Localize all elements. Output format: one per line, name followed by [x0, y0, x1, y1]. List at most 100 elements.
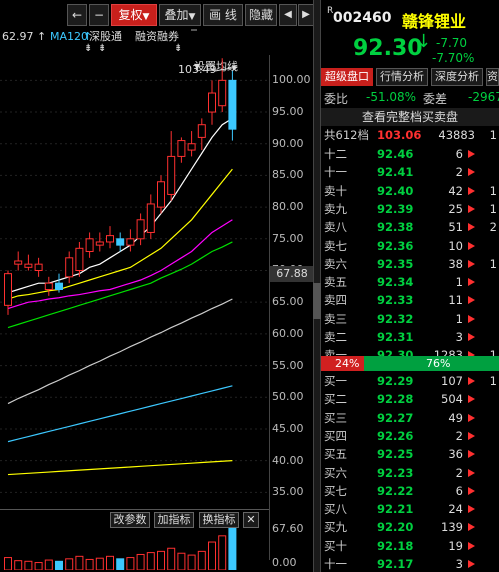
orderbook-row[interactable]: 买三 92.27 49 [321, 409, 499, 427]
orderbook-row[interactable]: 卖十 92.40 42 1 [321, 182, 499, 200]
orderbook-row[interactable]: 卖八 92.38 51 2 [321, 218, 499, 236]
row-label: 卖八 [324, 220, 347, 235]
row-label: 买二 [324, 392, 347, 407]
volume-chart [4, 528, 237, 570]
row-label: 卖六 [324, 256, 347, 271]
row-price: 92.26 [377, 428, 414, 443]
row-price: 92.32 [377, 311, 414, 326]
row-price: 92.23 [377, 465, 414, 480]
triangle-icon [468, 168, 475, 177]
tab-depth-analysis[interactable]: 深度分析 [431, 68, 483, 86]
ma-settings-button[interactable]: 设置均线 ▼ [191, 29, 238, 73]
zoom-out-button[interactable]: − [89, 4, 109, 26]
row-volume: 6 [455, 483, 463, 498]
price-axis-label: 55.00 [272, 358, 304, 372]
edit-params-button[interactable]: 改参数 [110, 512, 150, 528]
row-price: 92.27 [377, 410, 414, 425]
volume-bar [116, 558, 125, 570]
orderbook-row[interactable]: 卖九 92.39 25 1 [321, 200, 499, 218]
price-change: -7.70 [436, 36, 468, 50]
orderbook-row[interactable]: 买七 92.22 6 [321, 482, 499, 500]
price-axis-label: 95.00 [272, 105, 304, 119]
row-extra: 1 [489, 256, 497, 271]
orderbook-row[interactable]: 买九 92.20 139 [321, 518, 499, 536]
row-volume: 139 [441, 520, 463, 535]
ma-line-4 [7, 298, 233, 405]
orderbook-row[interactable]: 卖六 92.35 38 1 [321, 255, 499, 273]
next-page-icon[interactable]: ▶ [298, 4, 314, 26]
price-axis-label: 45.00 [272, 421, 304, 435]
switch-indicator-button[interactable]: 换指标 [199, 512, 239, 528]
orderbook-row[interactable]: 买一 92.29 107 1 [321, 372, 499, 390]
orderbook-row[interactable]: 卖四 92.33 11 [321, 291, 499, 309]
candle-body [187, 143, 196, 151]
price-axis-label: 40.00 [272, 453, 304, 467]
row-price: 92.18 [377, 538, 414, 553]
row-volume: 25 [448, 201, 463, 216]
close-icon[interactable]: ✕ [243, 512, 259, 528]
high-pointer-icon [214, 64, 239, 74]
view-full-orderbook-link[interactable]: 查看完整档买卖盘 [321, 108, 499, 126]
overlay-button[interactable]: 叠加▼ [159, 4, 201, 26]
orderbook-row[interactable]: 十二 92.46 6 [321, 145, 499, 163]
draw-line-button[interactable]: 画 线 [203, 4, 243, 26]
triangle-icon [468, 468, 475, 477]
orderbook-row[interactable]: 买四 92.26 2 [321, 427, 499, 445]
buy-ratio: 76% [426, 357, 451, 370]
volume-bar [157, 550, 165, 570]
stock-code: 002460 [333, 10, 392, 26]
tab-super-orderbook[interactable]: 超级盘口 [321, 68, 373, 86]
row-price: 92.40 [377, 183, 414, 198]
orderbook-row[interactable]: 十一 92.41 2 [321, 163, 499, 181]
row-volume: 3 [455, 330, 463, 344]
row-price: 92.46 [377, 147, 414, 161]
price-axis-label: 50.00 [272, 390, 304, 404]
orderbook-row[interactable]: 卖五 92.34 1 [321, 273, 499, 291]
triangle-icon [468, 395, 475, 404]
orderbook-row[interactable]: 买二 92.28 504 [321, 390, 499, 408]
add-indicator-button[interactable]: 加指标 [154, 512, 194, 528]
row-volume: 2 [455, 165, 463, 180]
tab-market-analysis[interactable]: 行情分析 [376, 68, 428, 86]
row-price: 92.20 [377, 520, 414, 535]
row-label: 卖九 [324, 201, 347, 216]
row-label: 卖四 [324, 293, 347, 308]
triangle-icon [468, 259, 475, 268]
total-price: 103.06 [377, 128, 422, 142]
margin-trading-button[interactable]: 融资融券 [135, 30, 179, 44]
orderbook-row[interactable]: 卖二 92.31 3 [321, 328, 499, 346]
ma-line-5 [7, 385, 233, 443]
triangle-icon [468, 523, 475, 532]
prev-button[interactable]: ← [67, 4, 87, 26]
triangle-icon [468, 541, 475, 550]
candle-body [167, 155, 176, 195]
axis-divider [269, 55, 270, 560]
volume-bar [106, 555, 114, 570]
orderbook-row[interactable]: 买十 92.18 19 [321, 537, 499, 555]
fuquan-button[interactable]: 复权▼ [111, 4, 157, 26]
row-price: 92.22 [377, 483, 414, 498]
splitter-handle[interactable] [313, 283, 321, 319]
orderbook-row[interactable]: 买八 92.21 24 [321, 500, 499, 518]
row-volume: 3 [455, 557, 463, 571]
candlestick-chart[interactable] [0, 55, 270, 505]
orderbook-row[interactable]: 十一 92.17 3 [321, 555, 499, 572]
hide-button[interactable]: 隐藏 [245, 4, 277, 26]
prev-page-icon[interactable]: ◀ [279, 4, 297, 26]
triangle-icon [468, 486, 475, 495]
orderbook-row[interactable]: 卖三 92.32 1 [321, 310, 499, 328]
candle-body [44, 282, 53, 291]
row-price: 92.33 [377, 293, 414, 308]
row-label: 买三 [324, 410, 347, 425]
volume-bar [34, 562, 43, 570]
orderbook-row[interactable]: 买五 92.25 36 [321, 445, 499, 463]
orderbook-row[interactable]: 卖七 92.36 10 [321, 237, 499, 255]
volume-bar [75, 555, 84, 570]
tab-more[interactable]: 资 [486, 68, 499, 86]
orderbook-row[interactable]: 买六 92.23 2 [321, 464, 499, 482]
volume-bar [14, 560, 23, 570]
stock-name: 赣锋锂业 [402, 12, 467, 31]
triangle-icon [468, 150, 475, 158]
row-volume: 38 [448, 256, 463, 271]
volume-bar [24, 560, 33, 570]
